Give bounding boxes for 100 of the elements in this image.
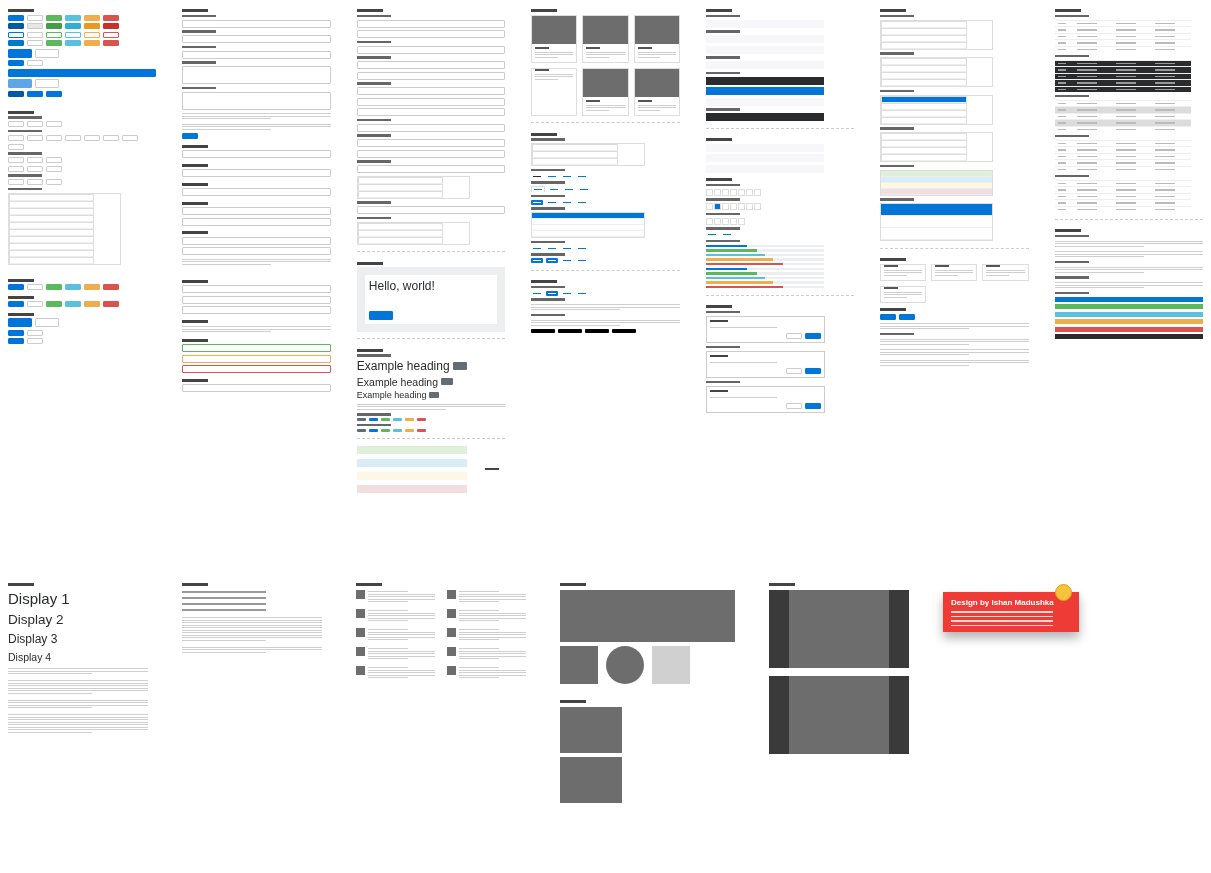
text-lines-drawing bbox=[709, 326, 777, 329]
input-field[interactable] bbox=[182, 306, 331, 314]
input-field[interactable] bbox=[182, 35, 331, 43]
input-field[interactable] bbox=[356, 139, 506, 147]
image-placeholder bbox=[447, 666, 456, 675]
label-line-drawing bbox=[8, 152, 42, 155]
heading-line-drawing bbox=[182, 338, 209, 342]
input-field[interactable] bbox=[356, 149, 506, 158]
save-button[interactable] bbox=[805, 333, 822, 339]
heading-line-drawing bbox=[8, 295, 34, 299]
input-field[interactable] bbox=[182, 217, 331, 226]
demo-button[interactable] bbox=[8, 90, 24, 97]
title-line-drawing bbox=[709, 389, 728, 392]
image-placeholder bbox=[356, 666, 365, 675]
input-field[interactable] bbox=[356, 30, 506, 38]
input-field[interactable] bbox=[356, 87, 506, 95]
text-lines-drawing bbox=[709, 361, 777, 364]
input-field[interactable] bbox=[182, 295, 331, 304]
heading-line-drawing bbox=[769, 583, 795, 586]
heading-line-drawing bbox=[356, 9, 383, 12]
input-field[interactable] bbox=[356, 19, 506, 28]
label-line-drawing bbox=[182, 14, 217, 17]
textarea-field[interactable] bbox=[182, 91, 331, 110]
label-line-drawing bbox=[880, 52, 915, 55]
heading-line-drawing bbox=[356, 583, 382, 586]
heading-line-drawing bbox=[705, 9, 732, 12]
input-field[interactable] bbox=[182, 169, 331, 177]
label-line-drawing bbox=[8, 129, 42, 132]
list-item[interactable] bbox=[881, 204, 993, 216]
image-placeholder bbox=[583, 15, 628, 44]
demo-button[interactable] bbox=[8, 48, 32, 58]
input-field[interactable] bbox=[356, 97, 506, 106]
input-field[interactable] bbox=[356, 61, 506, 69]
heading-line-drawing bbox=[531, 9, 558, 12]
input-field[interactable] bbox=[182, 344, 331, 352]
demo-button[interactable] bbox=[8, 329, 24, 336]
label-line-drawing bbox=[531, 298, 566, 301]
text-lines-drawing bbox=[983, 269, 1028, 276]
input-field[interactable] bbox=[356, 45, 506, 54]
textarea-field[interactable] bbox=[182, 66, 331, 84]
image-placeholder bbox=[447, 609, 456, 618]
label-line-drawing bbox=[880, 198, 915, 201]
input-field[interactable] bbox=[182, 285, 331, 293]
input-field[interactable] bbox=[182, 236, 331, 245]
input-field[interactable] bbox=[182, 207, 331, 215]
heading-line-drawing bbox=[182, 9, 209, 12]
label-line-drawing bbox=[182, 61, 217, 64]
input-field[interactable] bbox=[356, 206, 506, 214]
input-field[interactable] bbox=[182, 247, 331, 255]
image-placeholder bbox=[447, 628, 456, 637]
label-line-drawing bbox=[356, 354, 391, 357]
heading-line-drawing bbox=[182, 319, 209, 323]
page-link[interactable] bbox=[713, 203, 721, 210]
input-field[interactable] bbox=[356, 165, 506, 173]
label-line-drawing bbox=[705, 380, 740, 383]
heading-line-drawing bbox=[182, 378, 209, 382]
badge-shape bbox=[452, 362, 467, 370]
image-placeholder bbox=[356, 628, 365, 637]
image-placeholder bbox=[532, 15, 577, 44]
list-item[interactable] bbox=[881, 95, 967, 103]
title-line-drawing bbox=[586, 46, 601, 49]
title-line-drawing bbox=[709, 354, 728, 357]
demo-button[interactable] bbox=[182, 133, 199, 139]
list-item[interactable] bbox=[532, 213, 644, 219]
text-lines-drawing bbox=[368, 666, 435, 679]
text-lines-drawing bbox=[368, 647, 435, 660]
demo-button[interactable] bbox=[8, 14, 24, 21]
heading-line-drawing bbox=[1054, 9, 1081, 12]
save-button[interactable] bbox=[805, 403, 822, 409]
learn-more-button[interactable] bbox=[368, 310, 393, 320]
demo-button[interactable] bbox=[103, 14, 119, 21]
text-lines-drawing bbox=[583, 51, 628, 58]
demo-button[interactable] bbox=[880, 313, 897, 320]
input-field[interactable] bbox=[182, 150, 331, 158]
label-line-drawing bbox=[1054, 260, 1089, 263]
example-heading: Example heading bbox=[356, 359, 450, 373]
input-field[interactable] bbox=[182, 19, 331, 28]
demo-button[interactable] bbox=[103, 31, 119, 38]
image-placeholder bbox=[356, 590, 365, 599]
demo-button[interactable] bbox=[8, 31, 24, 38]
input-field[interactable] bbox=[356, 71, 506, 80]
input-field[interactable] bbox=[356, 108, 506, 116]
block-button[interactable] bbox=[8, 68, 157, 77]
demo-button[interactable] bbox=[27, 90, 43, 97]
input-field[interactable] bbox=[182, 354, 331, 363]
demo-button[interactable] bbox=[899, 313, 916, 320]
input-field[interactable] bbox=[182, 384, 331, 392]
input-field[interactable] bbox=[182, 50, 331, 59]
save-button[interactable] bbox=[805, 368, 822, 374]
label-line-drawing bbox=[1054, 54, 1089, 57]
image-placeholder bbox=[447, 647, 456, 656]
label-line-drawing bbox=[356, 82, 391, 85]
input-field[interactable] bbox=[182, 188, 331, 196]
title-line-drawing bbox=[986, 264, 1001, 267]
input-field[interactable] bbox=[356, 123, 506, 132]
label-line-drawing bbox=[1054, 291, 1089, 294]
nav-link[interactable] bbox=[531, 173, 544, 179]
input-field[interactable] bbox=[182, 365, 331, 373]
label-line-drawing bbox=[1054, 174, 1089, 177]
demo-button[interactable] bbox=[46, 90, 62, 97]
